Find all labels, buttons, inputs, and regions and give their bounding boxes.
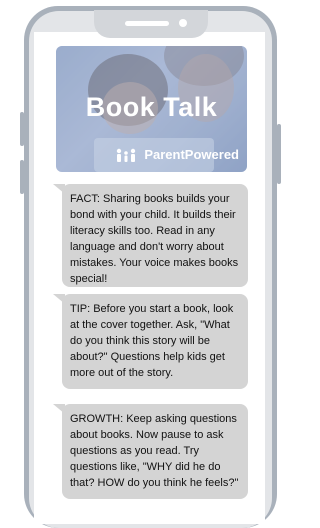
brand-name: ParentPowered: [144, 147, 239, 162]
message-bubble-tip: TIP: Before you start a book, look at th…: [53, 294, 248, 389]
front-camera: [179, 19, 187, 27]
bubble-tail: [53, 294, 65, 304]
bubble-tail: [53, 404, 65, 414]
message-text: FACT: Sharing books builds your bond wit…: [70, 193, 239, 285]
book-talk-banner: Book Talk ParentPowered: [56, 46, 247, 172]
banner-title: Book Talk: [85, 92, 218, 122]
phone-screen[interactable]: Book Talk ParentPowered FACT: Sharing bo…: [34, 32, 265, 524]
volume-down-button: [20, 160, 24, 194]
volume-up-button: [20, 112, 24, 146]
speaker-grille: [125, 21, 169, 26]
message-bubble-growth: GROWTH: Keep asking questions about book…: [53, 404, 248, 499]
message-bubble-fact: FACT: Sharing books builds your bond wit…: [53, 184, 248, 287]
bubble-tail: [53, 184, 65, 194]
power-button: [277, 124, 281, 184]
parentpowered-logo: ParentPowered: [115, 147, 239, 162]
message-text: TIP: Before you start a book, look at th…: [70, 303, 234, 379]
family-icon: [117, 148, 136, 162]
message-text: GROWTH: Keep asking questions about book…: [70, 413, 239, 489]
